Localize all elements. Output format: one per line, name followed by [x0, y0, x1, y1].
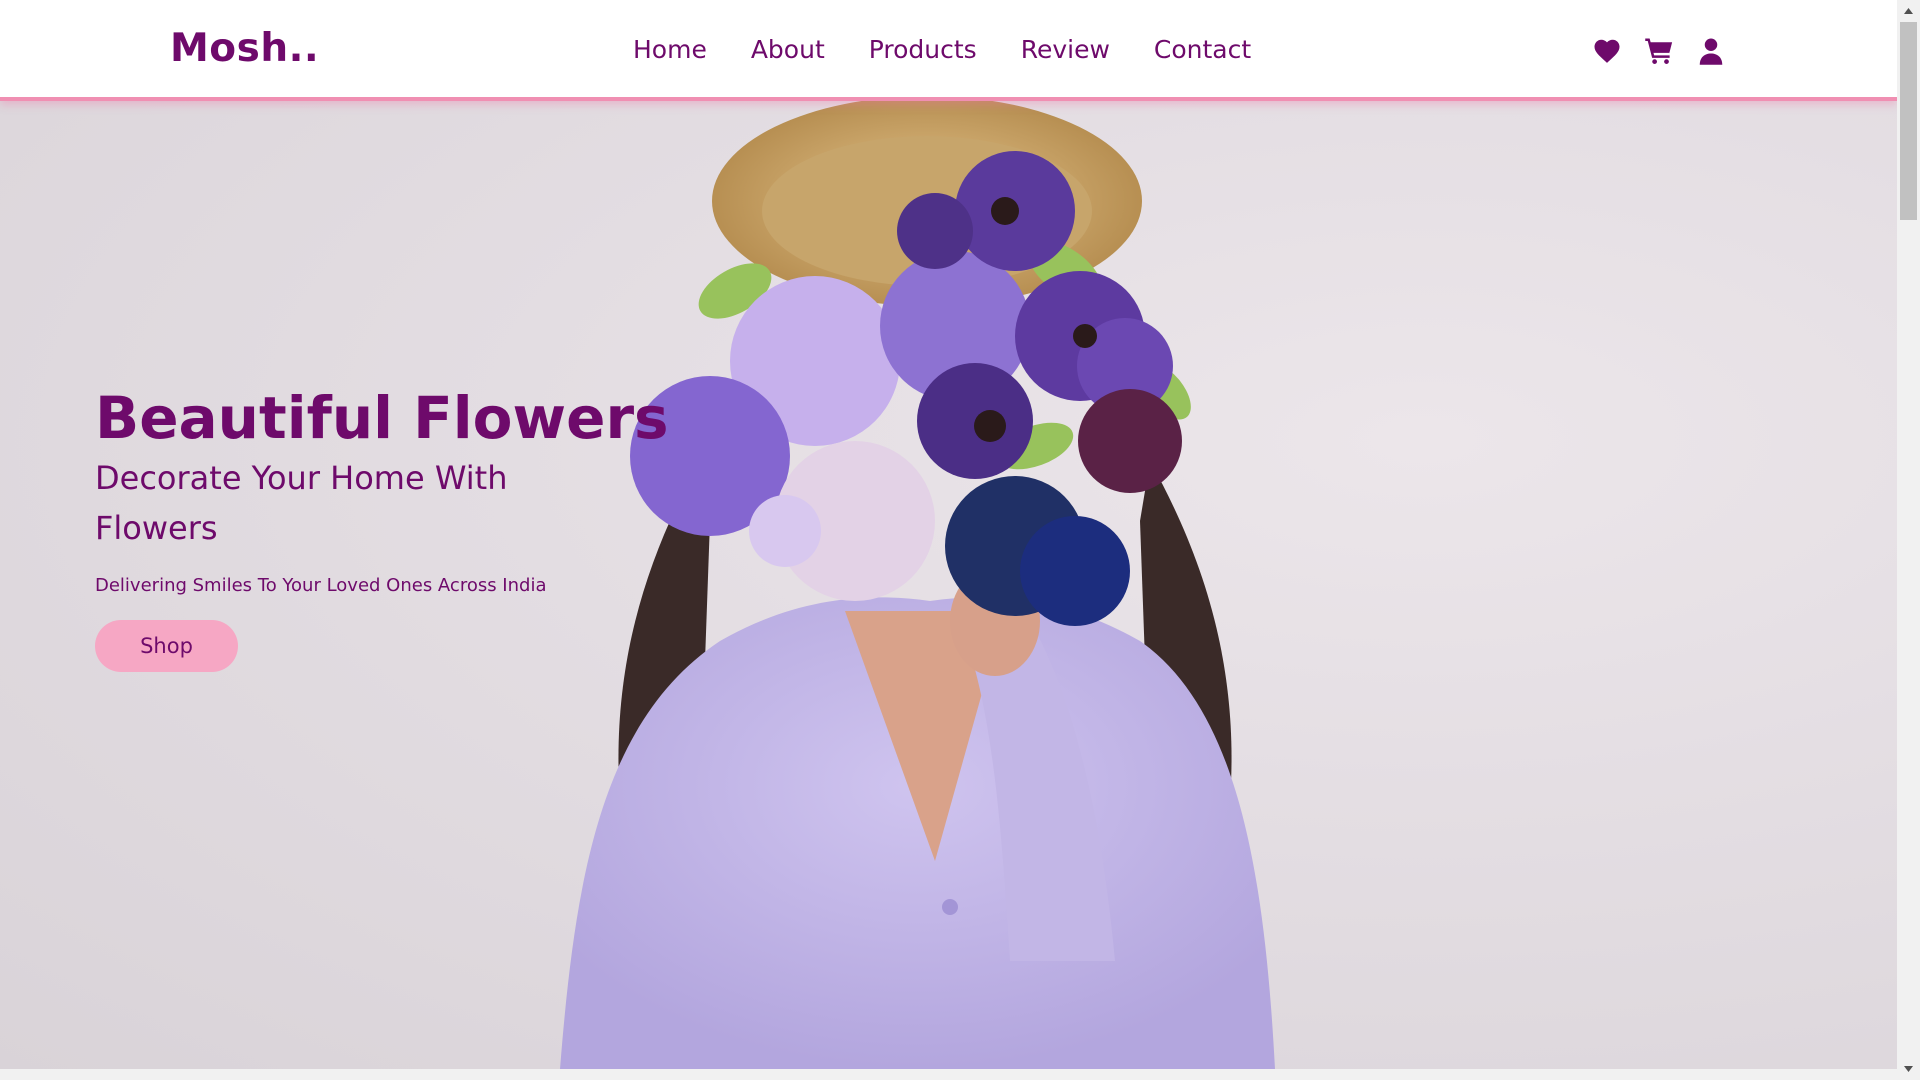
nav-home[interactable]: Home: [633, 35, 707, 64]
heart-icon[interactable]: [1592, 36, 1622, 66]
nav-contact[interactable]: Contact: [1154, 35, 1251, 64]
main-nav: Home About Products Review Contact: [633, 35, 1295, 64]
header-icons: [1592, 36, 1726, 66]
horizontal-scroll-track: [0, 1069, 1897, 1080]
vertical-scrollbar[interactable]: [1897, 0, 1920, 1080]
shop-button[interactable]: Shop: [95, 620, 238, 672]
site-header: Mosh.. Home About Products Review Contac…: [0, 0, 1897, 101]
scrollbar-thumb[interactable]: [1900, 22, 1917, 220]
page-viewport: Mosh.. Home About Products Review Contac…: [0, 0, 1897, 1069]
nav-products[interactable]: Products: [869, 35, 977, 64]
hero-tagline: Delivering Smiles To Your Loved Ones Acr…: [95, 575, 547, 596]
user-icon[interactable]: [1696, 36, 1726, 66]
cart-icon[interactable]: [1644, 36, 1674, 66]
hero-section: Beautiful Flowers Decorate Your Home Wit…: [0, 101, 1897, 1069]
scroll-down-arrow-icon[interactable]: [1897, 1058, 1920, 1080]
nav-review[interactable]: Review: [1021, 35, 1110, 64]
site-logo[interactable]: Mosh..: [170, 26, 319, 71]
hero-title: Beautiful Flowers: [95, 384, 669, 452]
hero-subtitle: Decorate Your Home With Flowers: [95, 459, 508, 547]
nav-about[interactable]: About: [751, 35, 825, 64]
scroll-up-arrow-icon[interactable]: [1897, 0, 1920, 22]
hero-content: Beautiful Flowers Decorate Your Home Wit…: [95, 383, 669, 672]
